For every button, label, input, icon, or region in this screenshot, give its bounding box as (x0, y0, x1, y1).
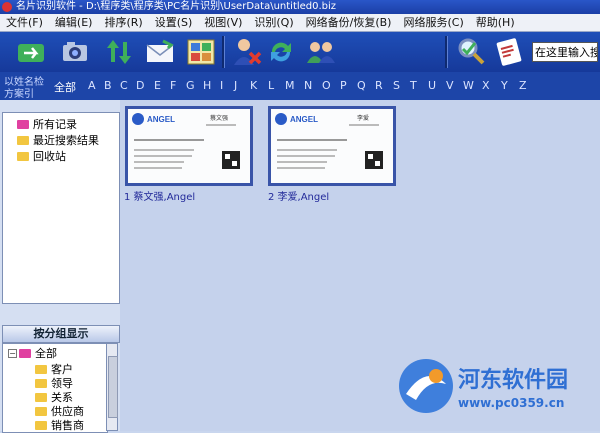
index-letter-u[interactable]: U (428, 79, 436, 92)
menu-backup[interactable]: 网络备份/恢复(B) (300, 14, 398, 31)
collapse-toggle[interactable]: − (8, 349, 17, 358)
business-card[interactable]: ANGEL 李爱 (268, 106, 396, 186)
index-letter-t[interactable]: T (410, 79, 417, 92)
envelope-icon[interactable] (143, 35, 177, 69)
search-icon[interactable] (455, 35, 489, 69)
tree-item-recycle-bin[interactable]: 回收站 (17, 149, 66, 163)
index-letter-g[interactable]: G (186, 79, 195, 92)
folder-icon (35, 420, 47, 430)
import-icon[interactable] (14, 35, 48, 69)
folder-icon (35, 378, 47, 388)
folder-icon (35, 392, 47, 402)
index-letter-y[interactable]: Y (501, 79, 508, 92)
card-image: ANGEL 李爱 (271, 109, 393, 183)
index-letter-q[interactable]: Q (357, 79, 366, 92)
menu-sort[interactable]: 排序(R) (98, 14, 148, 31)
watermark-url: www.pc0359.cn (458, 396, 565, 410)
menu-file[interactable]: 文件(F) (0, 14, 49, 31)
record-tree: 所有记录 最近搜索结果 回收站 (2, 112, 120, 304)
toolbar-separator (445, 36, 448, 68)
index-letter-z[interactable]: Z (519, 79, 527, 92)
grid-view-icon[interactable] (184, 35, 218, 69)
folder-icon (17, 135, 29, 145)
folder-icon (17, 151, 29, 161)
index-letter-b[interactable]: B (104, 79, 112, 92)
index-letter-f[interactable]: F (170, 79, 176, 92)
tree-item-label: 所有记录 (33, 118, 77, 131)
toolbar: 在这里输入搜 (0, 32, 600, 72)
search-input[interactable]: 在这里输入搜 (532, 42, 598, 62)
index-letter-v[interactable]: V (446, 79, 454, 92)
card-thumbnail: ANGEL 蔡文强 (132, 113, 240, 169)
folder-icon (35, 364, 47, 374)
menu-bar: 文件(F) 编辑(E) 排序(R) 设置(S) 视图(V) 识别(Q) 网络备份… (0, 14, 600, 32)
menu-edit[interactable]: 编辑(E) (49, 14, 99, 31)
group-item-label: 全部 (35, 347, 57, 360)
index-letter-d[interactable]: D (136, 79, 144, 92)
index-mode-scheme[interactable]: 方案引 (4, 85, 34, 100)
index-letter-h[interactable]: H (203, 79, 211, 92)
index-letter-p[interactable]: P (340, 79, 347, 92)
index-letter-l[interactable]: L (268, 79, 274, 92)
camera-icon[interactable] (58, 35, 92, 69)
card-scan-icon[interactable] (492, 35, 526, 69)
menu-help[interactable]: 帮助(H) (470, 14, 521, 31)
sync-icon[interactable] (264, 35, 298, 69)
group-tree-scrollbar[interactable] (106, 343, 118, 431)
folder-icon (17, 119, 29, 129)
index-letter-r[interactable]: R (375, 79, 383, 92)
menu-network[interactable]: 网络服务(C) (397, 14, 469, 31)
index-letter-e[interactable]: E (154, 79, 161, 92)
index-letter-o[interactable]: O (322, 79, 331, 92)
index-letter-s[interactable]: S (393, 79, 400, 92)
card-caption[interactable]: 2 李爱,Angel (268, 188, 329, 203)
card-thumbnail: ANGEL 李爱 (275, 113, 383, 169)
scrollbar-thumb[interactable] (108, 356, 118, 418)
index-letter-n[interactable]: N (304, 79, 312, 92)
tree-item-label: 回收站 (33, 150, 66, 163)
business-card[interactable]: ANGEL 蔡文强 (125, 106, 253, 186)
svg-text:蔡文强: 蔡文强 (210, 114, 228, 122)
index-letter-i[interactable]: I (220, 79, 223, 92)
toolbar-separator (222, 36, 225, 68)
tree-item-all-records[interactable]: 所有记录 (17, 117, 77, 131)
index-letter-j[interactable]: J (234, 79, 237, 92)
contacts-icon[interactable] (304, 35, 338, 69)
svg-text:ANGEL: ANGEL (147, 115, 175, 124)
group-panel-header: 按分组显示 (2, 325, 120, 343)
svg-text:李爱: 李爱 (357, 114, 369, 122)
app-icon (2, 2, 12, 12)
alphabet-index-bar: 以姓名检 方案引 全部 A B C D E F G H I J K L M N … (0, 72, 600, 100)
svg-text:ANGEL: ANGEL (290, 115, 318, 124)
index-letter-a[interactable]: A (88, 79, 96, 92)
watermark-text: 河东软件园 (458, 368, 569, 393)
index-letter-w[interactable]: W (463, 79, 474, 92)
index-all[interactable]: 全部 (54, 79, 76, 95)
group-item-relations[interactable]: 关系 (35, 390, 73, 404)
group-tree: − 全部 客户 领导 关系 供应商 销售商 (2, 343, 108, 433)
card-caption[interactable]: 1 蔡文强,Angel (124, 188, 195, 203)
sort-icon[interactable] (102, 35, 136, 69)
tree-item-recent-search[interactable]: 最近搜索结果 (17, 133, 99, 147)
window-title: 名片识别软件 - D:\程序类\程序类\PC名片识别\UserData\unti… (16, 1, 337, 12)
index-letter-x[interactable]: X (482, 79, 490, 92)
folder-icon (35, 406, 47, 416)
group-item-sellers[interactable]: 销售商 (35, 418, 84, 432)
group-item-all[interactable]: 全部 (19, 346, 57, 360)
index-letter-m[interactable]: M (285, 79, 295, 92)
group-item-suppliers[interactable]: 供应商 (35, 404, 84, 418)
group-item-customers[interactable]: 客户 (35, 362, 73, 376)
tree-item-label: 最近搜索结果 (33, 134, 99, 147)
title-bar: 名片识别软件 - D:\程序类\程序类\PC名片识别\UserData\unti… (0, 0, 600, 14)
delete-user-icon[interactable] (230, 35, 264, 69)
folder-icon (19, 348, 31, 358)
menu-view[interactable]: 视图(V) (198, 14, 248, 31)
watermark-logo-icon (399, 359, 453, 413)
index-letter-c[interactable]: C (120, 79, 128, 92)
group-item-leaders[interactable]: 领导 (35, 376, 73, 390)
menu-settings[interactable]: 设置(S) (149, 14, 199, 31)
index-letter-k[interactable]: K (250, 79, 257, 92)
menu-recognize[interactable]: 识别(Q) (248, 14, 299, 31)
card-image: ANGEL 蔡文强 (128, 109, 250, 183)
